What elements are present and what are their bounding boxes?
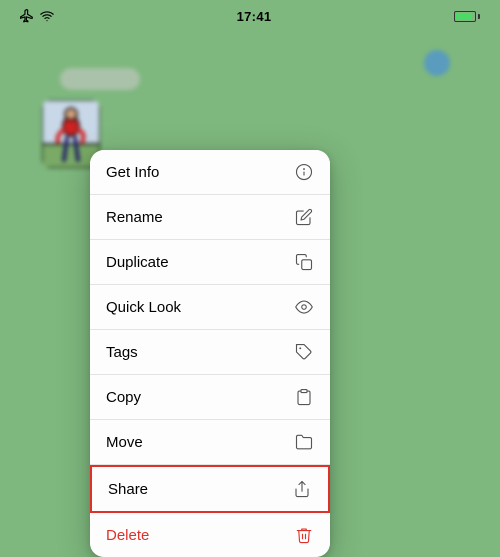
menu-item-quick-look[interactable]: Quick Look xyxy=(90,285,330,330)
menu-item-rename[interactable]: Rename xyxy=(90,195,330,240)
menu-item-copy[interactable]: Copy xyxy=(90,375,330,420)
menu-item-move[interactable]: Move xyxy=(90,420,330,465)
context-menu: Get Info Rename Duplicate xyxy=(90,150,330,557)
menu-item-delete[interactable]: Delete xyxy=(90,513,330,557)
menu-item-tags[interactable]: Tags xyxy=(90,330,330,375)
copy-icon xyxy=(294,387,314,407)
duplicate-icon xyxy=(294,252,314,272)
move-icon xyxy=(294,432,314,452)
bg-bubble xyxy=(60,68,140,90)
status-left-icons xyxy=(20,9,54,23)
menu-item-get-info[interactable]: Get Info xyxy=(90,150,330,195)
share-icon xyxy=(292,479,312,499)
status-time: 17:41 xyxy=(237,9,272,24)
menu-item-share[interactable]: Share xyxy=(90,465,330,513)
battery-icon xyxy=(454,11,480,22)
info-icon xyxy=(294,162,314,182)
tags-icon xyxy=(294,342,314,362)
menu-item-duplicate[interactable]: Duplicate xyxy=(90,240,330,285)
status-right-icons xyxy=(454,11,480,22)
wifi-icon xyxy=(40,9,54,23)
quicklook-icon xyxy=(294,297,314,317)
delete-icon xyxy=(294,525,314,545)
airplane-icon xyxy=(20,9,34,23)
rename-icon xyxy=(294,207,314,227)
bg-blue-dot xyxy=(424,50,450,76)
status-bar: 17:41 xyxy=(0,0,500,28)
